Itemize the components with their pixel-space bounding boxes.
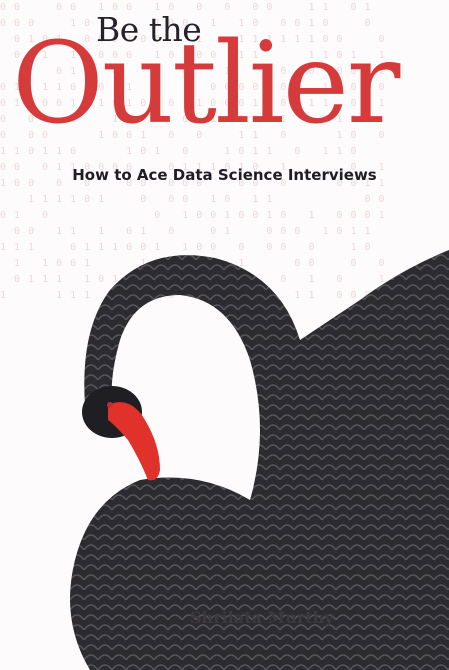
author-name: Shrilata Murthy <box>190 608 334 627</box>
subtitle: How to Ace Data Science Interviews <box>72 166 377 184</box>
swan-body <box>70 250 449 670</box>
title-main: Outlier <box>12 19 400 149</box>
swan-beak <box>108 402 160 481</box>
swan-eye <box>107 402 113 408</box>
